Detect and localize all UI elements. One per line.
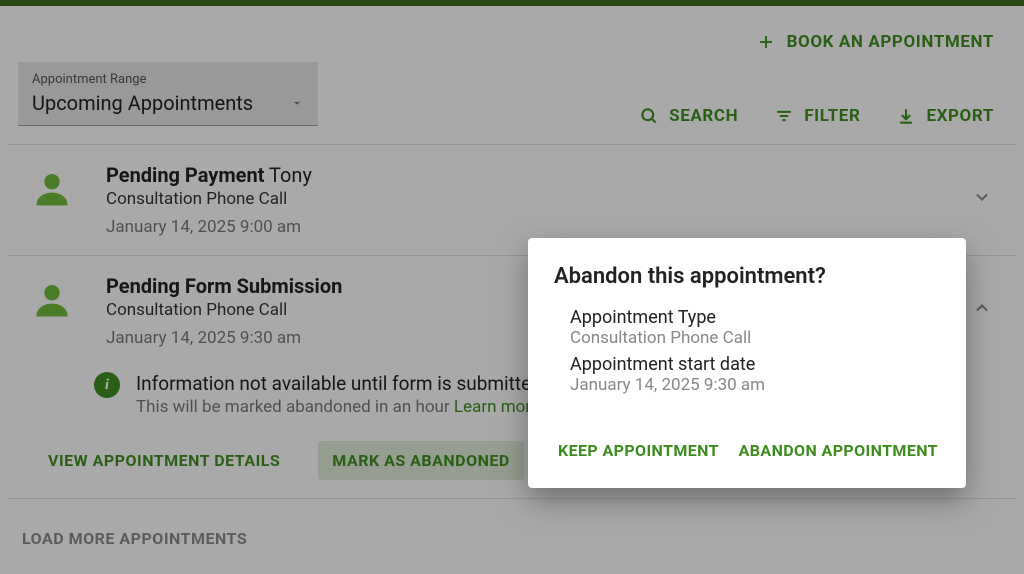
keep-appointment-button[interactable]: KEEP APPOINTMENT <box>554 435 723 466</box>
dialog-type-label: Appointment Type <box>570 307 942 328</box>
dialog-title: Abandon this appointment? <box>554 264 942 289</box>
abandon-appointment-button[interactable]: ABANDON APPOINTMENT <box>735 435 942 466</box>
dialog-type-value: Consultation Phone Call <box>570 328 942 348</box>
dialog-date-label: Appointment start date <box>570 354 942 375</box>
dialog-date-value: January 14, 2025 9:30 am <box>570 375 942 395</box>
abandon-dialog: Abandon this appointment? Appointment Ty… <box>528 238 966 488</box>
